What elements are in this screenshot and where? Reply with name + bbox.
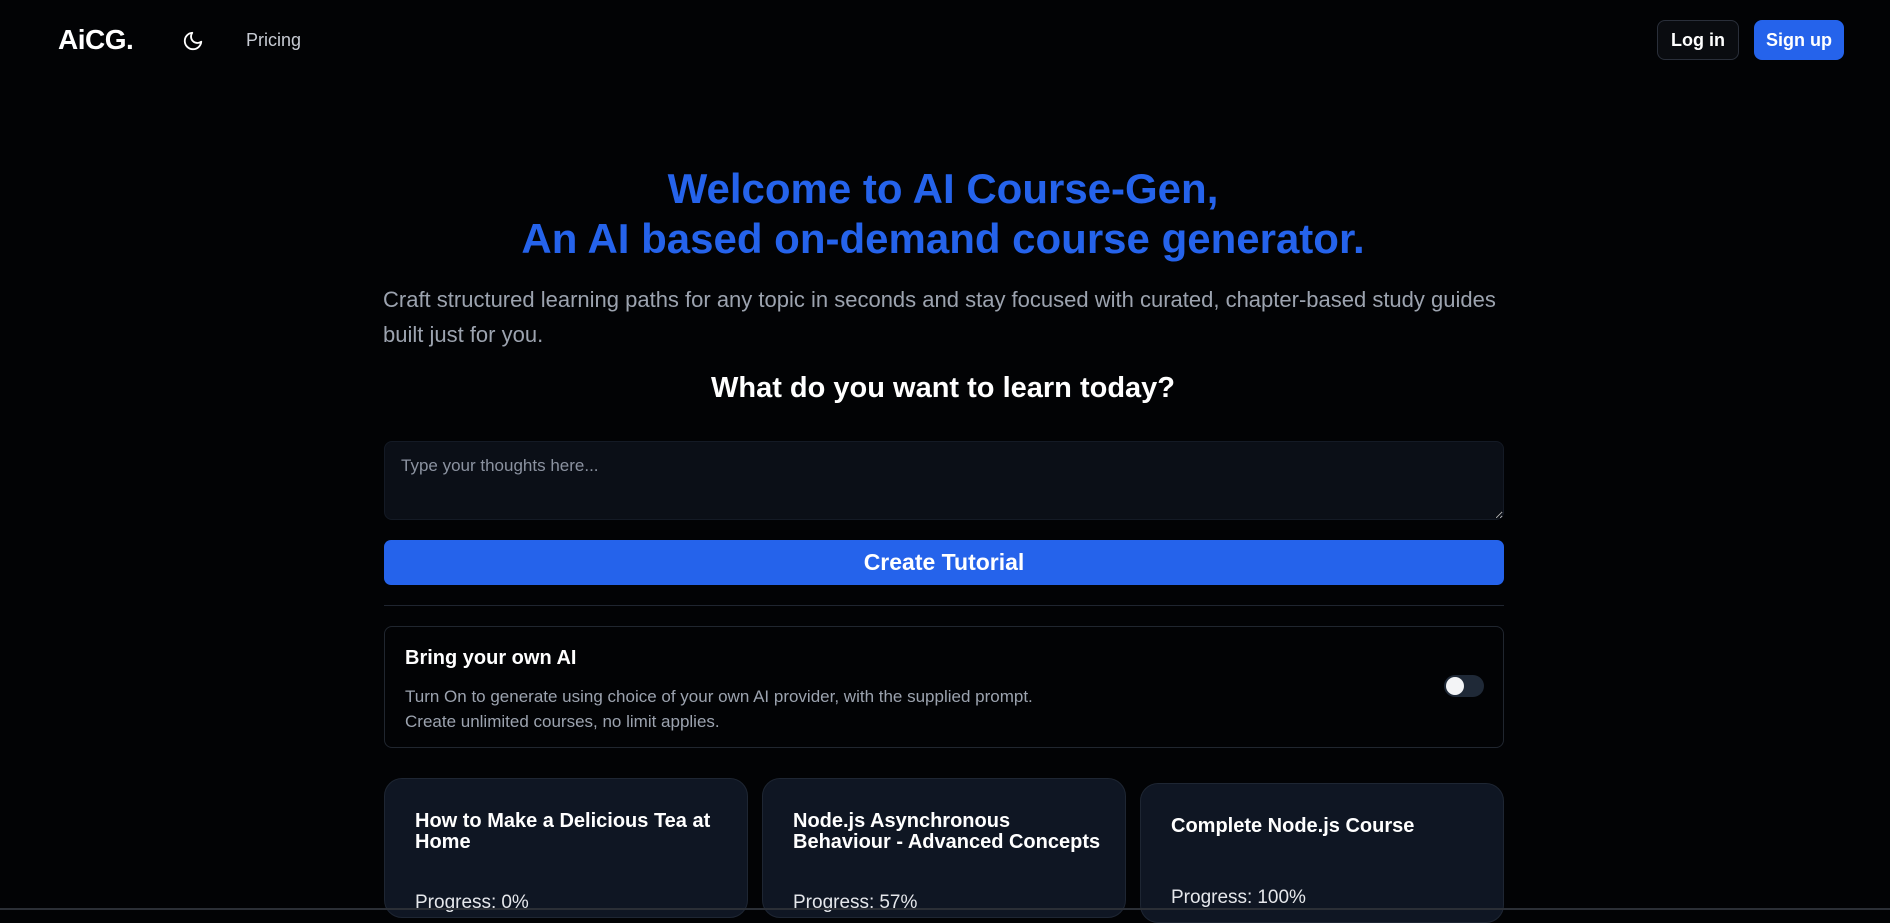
course-title: Node.js Asynchronous Behaviour - Advance… — [793, 810, 1101, 853]
hero-subtitle: Craft structured learning paths for any … — [383, 287, 1496, 347]
hero-title-line-2: An AI based on-demand course generator. — [521, 215, 1365, 262]
byo-ai-description: Turn On to generate using choice of your… — [405, 684, 1305, 734]
login-button[interactable]: Log in — [1657, 20, 1739, 60]
byo-ai-description-line-1: Turn On to generate using choice of your… — [405, 687, 1033, 706]
course-progress: Progress: 57% — [793, 892, 917, 914]
course-title: How to Make a Delicious Tea at Home — [415, 810, 711, 853]
byo-ai-description-line-2: Create unlimited courses, no limit appli… — [405, 712, 720, 731]
progress-label: Progress: — [1171, 887, 1253, 908]
hero-title: Welcome to AI Course-Gen, An AI based on… — [0, 164, 1886, 264]
course-card[interactable]: How to Make a Delicious Tea at Home Prog… — [384, 778, 748, 918]
topic-input[interactable] — [384, 441, 1504, 520]
course-card[interactable]: Node.js Asynchronous Behaviour - Advance… — [762, 778, 1126, 918]
divider — [384, 605, 1504, 606]
toggle-knob — [1446, 677, 1464, 695]
create-tutorial-button[interactable]: Create Tutorial — [384, 540, 1504, 585]
course-card[interactable]: Complete Node.js Course Progress: 100% — [1140, 783, 1504, 923]
navbar: AiCG. Pricing Log in Sign up — [0, 0, 1890, 80]
progress-value: 100% — [1257, 887, 1306, 908]
byo-ai-toggle[interactable] — [1444, 675, 1484, 697]
byo-ai-title: Bring your own AI — [405, 647, 577, 669]
course-progress: Progress: 100% — [1171, 887, 1306, 909]
byo-ai-card: Bring your own AI Turn On to generate us… — [384, 626, 1504, 748]
course-title: Complete Node.js Course — [1171, 815, 1415, 837]
moon-icon[interactable] — [182, 30, 204, 52]
course-progress: Progress: 0% — [415, 892, 529, 914]
logo[interactable]: AiCG. — [58, 24, 134, 56]
signup-button[interactable]: Sign up — [1754, 20, 1844, 60]
hero-title-line-1: Welcome to AI Course-Gen, — [667, 165, 1219, 212]
nav-link-pricing[interactable]: Pricing — [246, 30, 301, 51]
learn-question-heading: What do you want to learn today? — [711, 372, 1175, 404]
